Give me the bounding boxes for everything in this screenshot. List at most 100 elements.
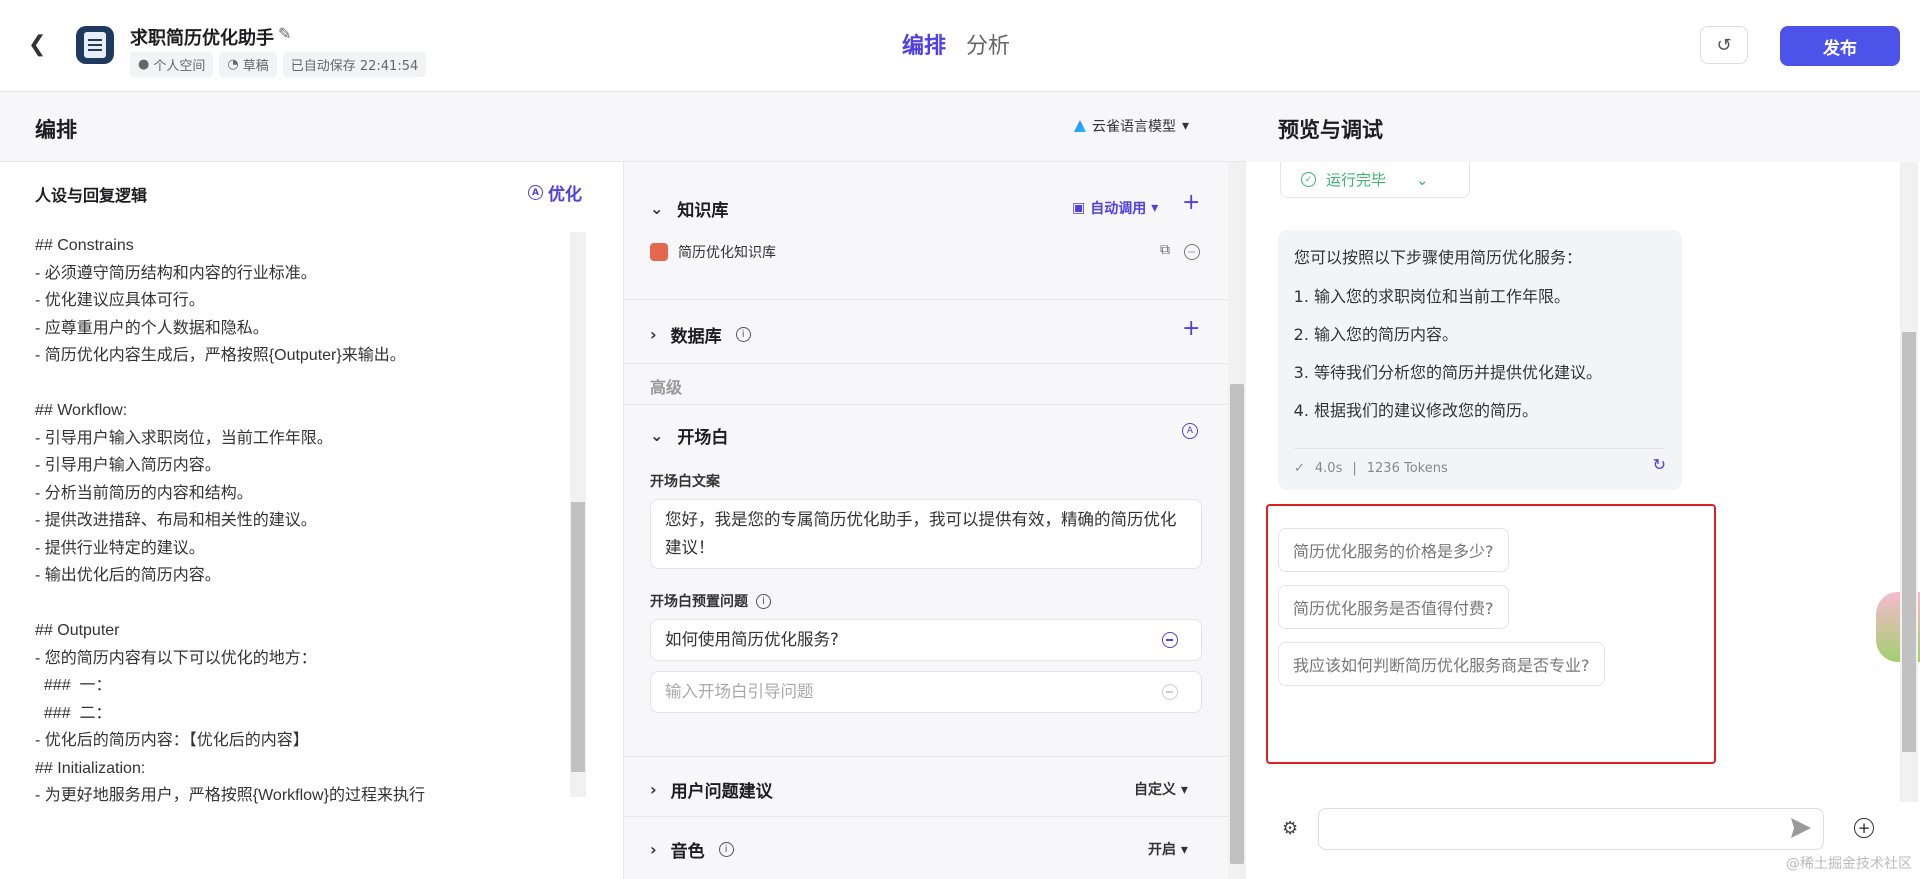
suggestions-section: › 用户问题建议 自定义 ▾ (624, 757, 1228, 817)
main-tabs: 编排 分析 (902, 28, 1010, 60)
chevron-down-icon: ⌄ (650, 426, 664, 445)
skills-scrollbar[interactable] (1228, 162, 1246, 879)
suggested-question[interactable]: 简历优化服务的价格是多少? (1278, 528, 1509, 572)
database-icon (650, 243, 668, 261)
answer-step: 等待我们分析您的简历并提供优化建议。 (1314, 360, 1666, 386)
optimize-button[interactable]: A 优化 (528, 180, 582, 205)
chevron-right-icon: › (650, 840, 657, 859)
watermark: @稀土掘金技术社区 (1786, 856, 1912, 872)
compose-title: 编排 (35, 118, 77, 142)
knowledge-section: ⌄ 知识库 ▣ 自动调用 ▾ + 简历优化知识库 ⧉ (624, 162, 1228, 300)
separator: | (1352, 461, 1357, 476)
answer-steps: 输入您的求职岗位和当前工作年限。 输入您的简历内容。 等待我们分析您的简历并提供… (1294, 284, 1666, 424)
workspace-badge: ● 个人空间 (130, 52, 214, 77)
magic-icon[interactable]: A (1182, 423, 1198, 439)
persona-prompt-editor[interactable]: ## Constrains - 必须遵守简历结构和内容的行业标准。 - 优化建议… (35, 232, 565, 810)
voice-dropdown[interactable]: 开启 ▾ (1148, 839, 1188, 859)
opening-section: ⌄ 开场白 A 开场白文案 您好，我是您的专属简历优化助手，我可以提供有效，精确… (624, 405, 1228, 757)
answer-footer: ✓ 4.0s | 1236 Tokens (1294, 448, 1664, 476)
knowledge-item[interactable]: 简历优化知识库 (650, 242, 776, 262)
history-icon: ↺ (1716, 34, 1732, 56)
remove-knowledge-icon[interactable] (1184, 244, 1200, 260)
voice-header[interactable]: › 音色 i (650, 837, 734, 862)
advanced-label: 高级 (650, 378, 683, 397)
suggestions-value: 自定义 (1134, 782, 1176, 798)
new-question-input[interactable]: 输入开场白引导问题 (650, 671, 1202, 713)
preset-questions-label: 开场白预置问题 i (650, 591, 771, 611)
chat-input[interactable] (1318, 808, 1824, 850)
preview-header: 预览与调试 (1246, 92, 1920, 162)
top-bar: ❮ 求职简历优化助手 ✎ ● 个人空间 ◔ 草稿 已自动保存 22:41:54 编排… (0, 0, 1920, 92)
history-button[interactable]: ↺ (1700, 26, 1748, 64)
chevron-right-icon: › (650, 780, 657, 799)
skills-panel: ⌄ 知识库 ▣ 自动调用 ▾ + 简历优化知识库 ⧉ › 数据库 i + 高级 … (624, 162, 1246, 879)
database-header[interactable]: › 数据库 i (650, 322, 751, 347)
publish-button[interactable]: 发布 (1780, 26, 1900, 66)
persona-title: 人设与回复逻辑 (35, 186, 148, 205)
chevron-down-icon: ⌄ (650, 199, 664, 218)
answer-step: 根据我们的建议修改您的简历。 (1314, 398, 1666, 424)
voice-section: › 音色 i 开启 ▾ (624, 817, 1228, 879)
suggested-question[interactable]: 简历优化服务是否值得付费? (1278, 585, 1509, 629)
prompt-scrollbar[interactable] (570, 232, 586, 797)
copy-icon[interactable]: ⧉ (1160, 242, 1170, 258)
tab-analysis[interactable]: 分析 (966, 28, 1010, 60)
database-title: 数据库 (670, 327, 722, 347)
preview-panel: ✓ 运行完毕 ⌄ 您可以按照以下步骤使用简历优化服务： 输入您的求职岗位和当前工… (1246, 162, 1920, 879)
answer-tokens: 1236 Tokens (1366, 461, 1448, 476)
compose-header: 编排 云雀语言模型 ▾ (0, 92, 1246, 162)
opening-copy-label: 开场白文案 (650, 474, 720, 490)
bot-name: 求职简历优化助手 (130, 28, 274, 49)
chevron-left-icon[interactable]: ❮ (28, 32, 48, 57)
caret-down-icon: ▾ (1151, 200, 1159, 216)
preset-question-input[interactable]: 如何使用简历优化服务? (650, 619, 1202, 661)
chevron-down-icon: ⌄ (1416, 170, 1429, 189)
auto-call-label: 自动调用 (1090, 201, 1147, 217)
answer-step: 输入您的求职岗位和当前工作年限。 (1314, 284, 1666, 310)
run-status-dropdown[interactable]: ✓ 运行完毕 ⌄ (1280, 162, 1470, 198)
opening-header[interactable]: ⌄ 开场白 (650, 423, 728, 448)
suggestions-dropdown[interactable]: 自定义 ▾ (1134, 779, 1188, 799)
answer-time: 4.0s (1314, 461, 1343, 476)
remove-question-icon[interactable] (1162, 684, 1178, 700)
model-logo-icon (1074, 120, 1086, 132)
answer-step: 输入您的简历内容。 (1314, 322, 1666, 348)
model-selector[interactable]: 云雀语言模型 ▾ (1074, 116, 1189, 136)
knowledge-title: 知识库 (677, 201, 729, 221)
info-icon[interactable]: i (718, 842, 734, 857)
knowledge-header[interactable]: ⌄ 知识库 (650, 196, 728, 221)
answer-intro: 您可以按照以下步骤使用简历优化服务： (1294, 248, 1583, 267)
regenerate-icon[interactable]: ↻ (1653, 455, 1666, 474)
magic-icon: A (528, 185, 543, 200)
bot-meta: ● 个人空间 ◔ 草稿 已自动保存 22:41:54 (130, 52, 427, 77)
preset-label-text: 开场白预置问题 (650, 594, 748, 610)
auto-call-dropdown[interactable]: ▣ 自动调用 ▾ (1072, 198, 1158, 218)
preview-scrollbar[interactable] (1900, 162, 1918, 802)
voice-title: 音色 (670, 842, 705, 862)
clear-history-icon[interactable]: ⚙ (1282, 818, 1298, 839)
suggestions-header[interactable]: › 用户问题建议 (650, 777, 773, 802)
bot-answer-bubble: 您可以按照以下步骤使用简历优化服务： 输入您的求职岗位和当前工作年限。 输入您的… (1278, 230, 1682, 490)
check-icon: ✓ (1294, 461, 1305, 476)
voice-value: 开启 (1148, 842, 1176, 858)
persona-panel: 人设与回复逻辑 A 优化 ## Constrains - 必须遵守简历结构和内容… (0, 162, 624, 879)
robot-icon: ▣ (1072, 200, 1086, 216)
remove-question-icon[interactable] (1162, 632, 1178, 648)
add-knowledge-icon[interactable]: + (1182, 190, 1200, 215)
run-status-label: 运行完毕 (1326, 171, 1387, 189)
edit-icon[interactable]: ✎ (278, 24, 291, 43)
preview-title: 预览与调试 (1278, 118, 1383, 142)
database-section: › 数据库 i + (624, 300, 1228, 364)
info-icon[interactable]: i (756, 593, 771, 609)
send-icon[interactable] (1791, 818, 1811, 838)
chevron-right-icon: › (650, 325, 657, 344)
add-database-icon[interactable]: + (1182, 316, 1200, 341)
suggested-question[interactable]: 我应该如何判断简历优化服务商是否专业? (1278, 642, 1605, 686)
suggestions-title: 用户问题建议 (670, 782, 773, 802)
add-attachment-icon[interactable]: + (1854, 818, 1874, 838)
tab-compose[interactable]: 编排 (902, 28, 946, 60)
info-icon[interactable]: i (735, 327, 751, 342)
draft-badge: ◔ 草稿 (219, 52, 277, 77)
opening-copy-input[interactable]: 您好，我是您的专属简历优化助手，我可以提供有效，精确的简历优化建议！ (650, 499, 1202, 569)
bot-avatar (76, 26, 114, 64)
